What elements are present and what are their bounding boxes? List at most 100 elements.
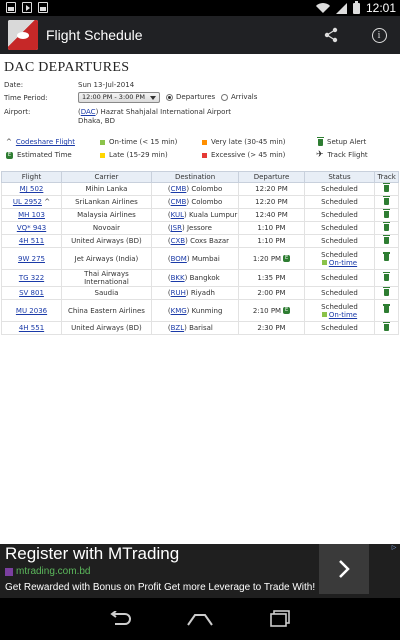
play-icon (22, 2, 32, 13)
late-swatch (100, 152, 105, 158)
notification-icons (6, 2, 48, 13)
departure-cell: 2:10 PM E (238, 299, 305, 322)
radio-departures-label: Departures (176, 93, 216, 101)
track-trash-icon[interactable] (383, 221, 391, 231)
table-header-row: Flight Carrier Destination Departure Sta… (0, 171, 399, 183)
flight-link[interactable]: TG 322 (19, 274, 44, 282)
time-period-value: 12:00 PM - 3:00 PM (82, 93, 145, 101)
departure-cell: 12:20 PM (238, 195, 305, 209)
status-cell: Scheduled On-time (303, 247, 376, 270)
col-track: Track (374, 171, 399, 183)
codeshare-link[interactable]: Codeshare Flight (16, 138, 75, 146)
track-trash-icon[interactable] (383, 304, 391, 313)
track-trash-icon[interactable] (383, 208, 391, 218)
departure-cell: 1:20 PM E (238, 247, 305, 270)
departure-cell: 1:10 PM (238, 234, 305, 248)
recents-button[interactable] (265, 604, 295, 634)
destination-city: Barisal (189, 324, 213, 332)
legend-very-late-label: Very late (30-45 min) (211, 138, 286, 146)
flight-link[interactable]: MJ 502 (20, 185, 44, 193)
departure-time: 1:20 PM (252, 254, 282, 263)
app-logo[interactable] (8, 20, 38, 50)
status-cell: Scheduled (303, 286, 376, 300)
battery-icon (352, 0, 360, 14)
destination-code-link[interactable]: CMB (171, 185, 187, 193)
destination-code-link[interactable]: BOM (171, 255, 187, 263)
legend-setup-alert-label: Setup Alert (327, 138, 367, 146)
image-icon (38, 2, 48, 13)
home-button[interactable] (185, 604, 215, 634)
legend-codeshare: ^ Codeshare Flight (6, 138, 75, 146)
airport-label: Airport: (4, 108, 31, 116)
destination-code-link[interactable]: CXB (171, 237, 186, 245)
status-bar: 12:01 (0, 0, 400, 16)
legend-late: Late (15-29 min) (100, 151, 168, 159)
track-trash-icon[interactable] (383, 252, 391, 261)
destination-code-link[interactable]: RUH (171, 289, 186, 297)
airport-code-link[interactable]: DAC (81, 108, 96, 116)
table-row: 9W 275 Jet Airways (India) (BOM) Mumbai … (0, 247, 399, 270)
legend-track-flight-label: Track Flight (327, 151, 368, 159)
track-trash-icon[interactable] (383, 182, 391, 192)
destination-code-link[interactable]: KUL (171, 211, 184, 219)
radio-departures-dot[interactable] (166, 93, 173, 101)
info-icon: i (371, 27, 387, 43)
app-bar: Flight Schedule i (0, 16, 400, 54)
very-late-swatch (202, 139, 207, 145)
status-cell: Scheduled On-time (303, 299, 376, 322)
departure-cell: 12:40 PM (238, 208, 305, 222)
date-value: Sun 13-Jul-2014 (78, 81, 135, 89)
carrier-cell: Novoair (61, 221, 152, 235)
back-button[interactable] (105, 604, 135, 634)
flight-link[interactable]: MH 103 (18, 211, 45, 219)
flight-link[interactable]: 4H 511 (19, 237, 44, 245)
legend-excessive-label: Excessive (> 45 min) (211, 151, 286, 159)
flight-link[interactable]: SV 801 (19, 289, 44, 297)
flight-link[interactable]: VQ* 943 (17, 224, 46, 232)
flight-link[interactable]: 4H 551 (19, 324, 44, 332)
share-button[interactable] (320, 24, 342, 46)
ad-title[interactable]: Register with MTrading (5, 544, 179, 564)
ad-next-button[interactable] (319, 544, 369, 594)
ad-choices-icon[interactable]: ▷ (390, 544, 398, 552)
codeshare-marker: ^ (44, 198, 51, 206)
track-trash-icon[interactable] (383, 195, 391, 205)
ad-domain[interactable]: mtrading.com.bd (5, 566, 90, 577)
ontime-link[interactable]: On-time (306, 311, 373, 319)
track-trash-icon[interactable] (383, 234, 391, 244)
legend-excessive: Excessive (> 45 min) (202, 151, 285, 159)
flight-link[interactable]: MU 2036 (16, 307, 47, 315)
status-cell: Scheduled (303, 195, 376, 209)
destination-code-link[interactable]: KMG (171, 307, 187, 315)
flight-link[interactable]: 9W 275 (18, 255, 45, 263)
track-trash-icon[interactable] (383, 286, 391, 296)
radio-arrivals[interactable]: Arrivals (221, 93, 257, 101)
table-row: MJ 502 Mihin Lanka (CMB) Colombo 12:20 P… (0, 182, 399, 196)
table-row: MH 103 Malaysia Airlines (KUL) Kuala Lum… (0, 208, 399, 222)
ad-banner[interactable]: Register with MTrading mtrading.com.bd G… (0, 544, 400, 598)
wifi-icon (316, 3, 330, 13)
ad-description: Get Rewarded with Bonus on Profit Get mo… (5, 582, 316, 593)
col-carrier: Carrier (61, 171, 152, 183)
radio-arrivals-dot[interactable] (221, 93, 228, 101)
content-area: DAC DEPARTURES Date: Sun 13-Jul-2014 Tim… (0, 54, 400, 544)
radio-arrivals-label: Arrivals (231, 93, 258, 101)
destination-code-link[interactable]: BZL (171, 324, 185, 332)
period-label: Time Period: (4, 94, 48, 102)
info-button[interactable]: i (368, 24, 390, 46)
table-row: UL 2952 ^ SriLankan Airlines (CMB) Colom… (0, 195, 399, 209)
track-trash-icon[interactable] (383, 321, 391, 331)
time-period-select[interactable]: 12:00 PM - 3:00 PM (78, 92, 160, 103)
destination-code-link[interactable]: CMB (171, 198, 187, 206)
destination-code-link[interactable]: JSR (171, 224, 182, 232)
legend-late-label: Late (15-29 min) (109, 151, 168, 159)
track-trash-icon[interactable] (383, 271, 391, 281)
trash-icon (317, 136, 324, 146)
flight-link[interactable]: UL 2952 (13, 198, 42, 206)
destination-code-link[interactable]: BKK (171, 274, 185, 282)
caret-symbol: ^ (6, 138, 12, 146)
estimated-icon: E (283, 307, 291, 314)
ontime-link[interactable]: On-time (306, 259, 373, 267)
radio-departures[interactable]: Departures (166, 93, 215, 101)
ontime-label: On-time (328, 258, 358, 267)
